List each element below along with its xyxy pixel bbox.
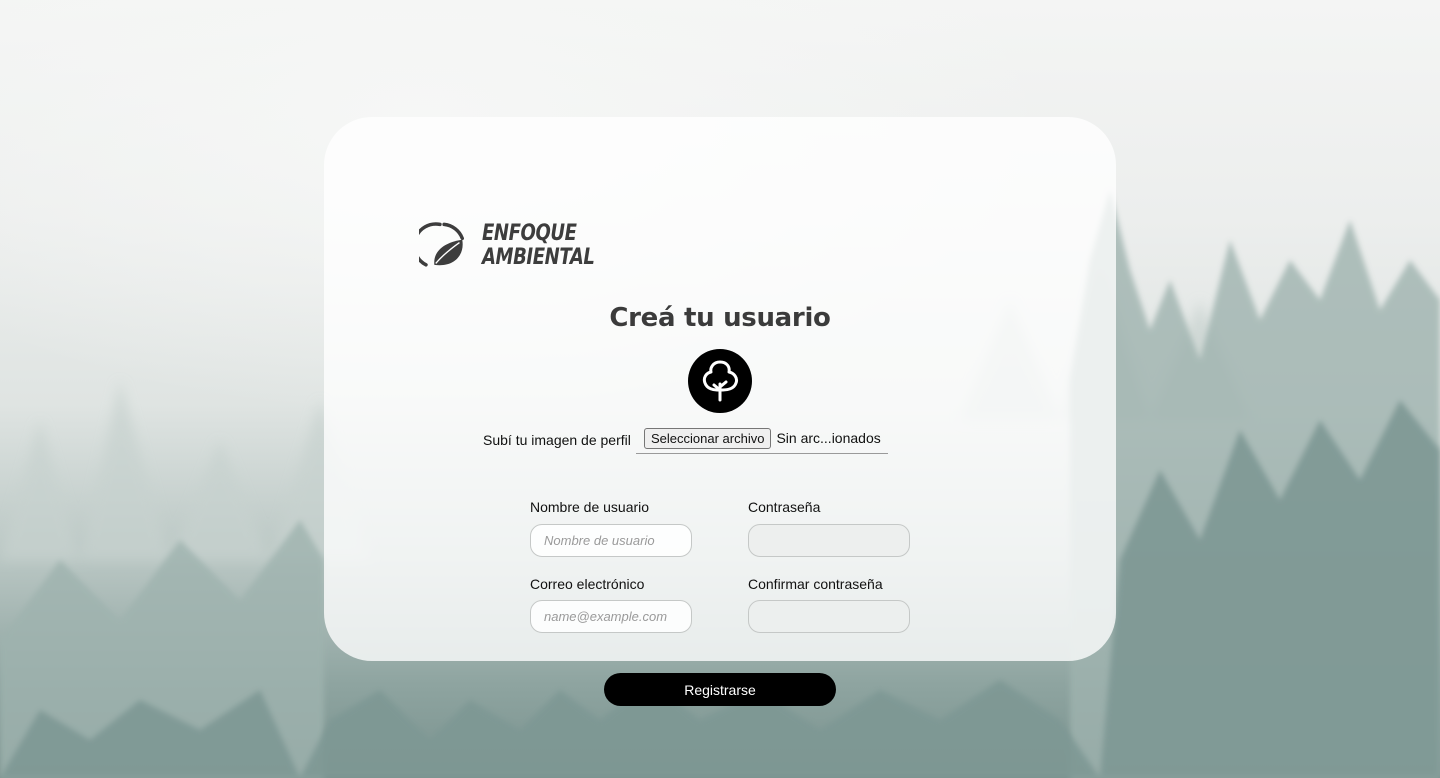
brand-logo: ENFOQUE AMBIENTAL: [419, 211, 619, 281]
confirm-password-input[interactable]: [748, 600, 910, 633]
email-input[interactable]: [530, 600, 692, 633]
profile-image-file-input[interactable]: Seleccionar archivo Sin arc...ionados: [636, 423, 888, 454]
brand-name-line2: AMBIENTAL: [481, 245, 595, 270]
profile-avatar: [688, 349, 752, 413]
confirm-password-label: Confirmar contraseña: [748, 576, 883, 592]
register-button[interactable]: Registrarse: [604, 673, 836, 706]
file-status-text: Sin arc...ionados: [776, 430, 881, 446]
upload-label: Subí tu imagen de perfil: [483, 432, 631, 448]
page-title: Creá tu usuario: [609, 303, 831, 333]
brand-name: ENFOQUE AMBIENTAL: [481, 221, 595, 270]
username-input[interactable]: [530, 524, 692, 557]
email-label: Correo electrónico: [530, 576, 645, 592]
password-input[interactable]: [748, 524, 910, 557]
password-label: Contraseña: [748, 499, 821, 515]
leaf-circle-icon: [419, 222, 464, 267]
username-label: Nombre de usuario: [530, 499, 650, 515]
tree-icon: [702, 360, 738, 402]
brand-name-line1: ENFOQUE: [481, 221, 577, 246]
choose-file-button[interactable]: Seleccionar archivo: [644, 427, 772, 449]
